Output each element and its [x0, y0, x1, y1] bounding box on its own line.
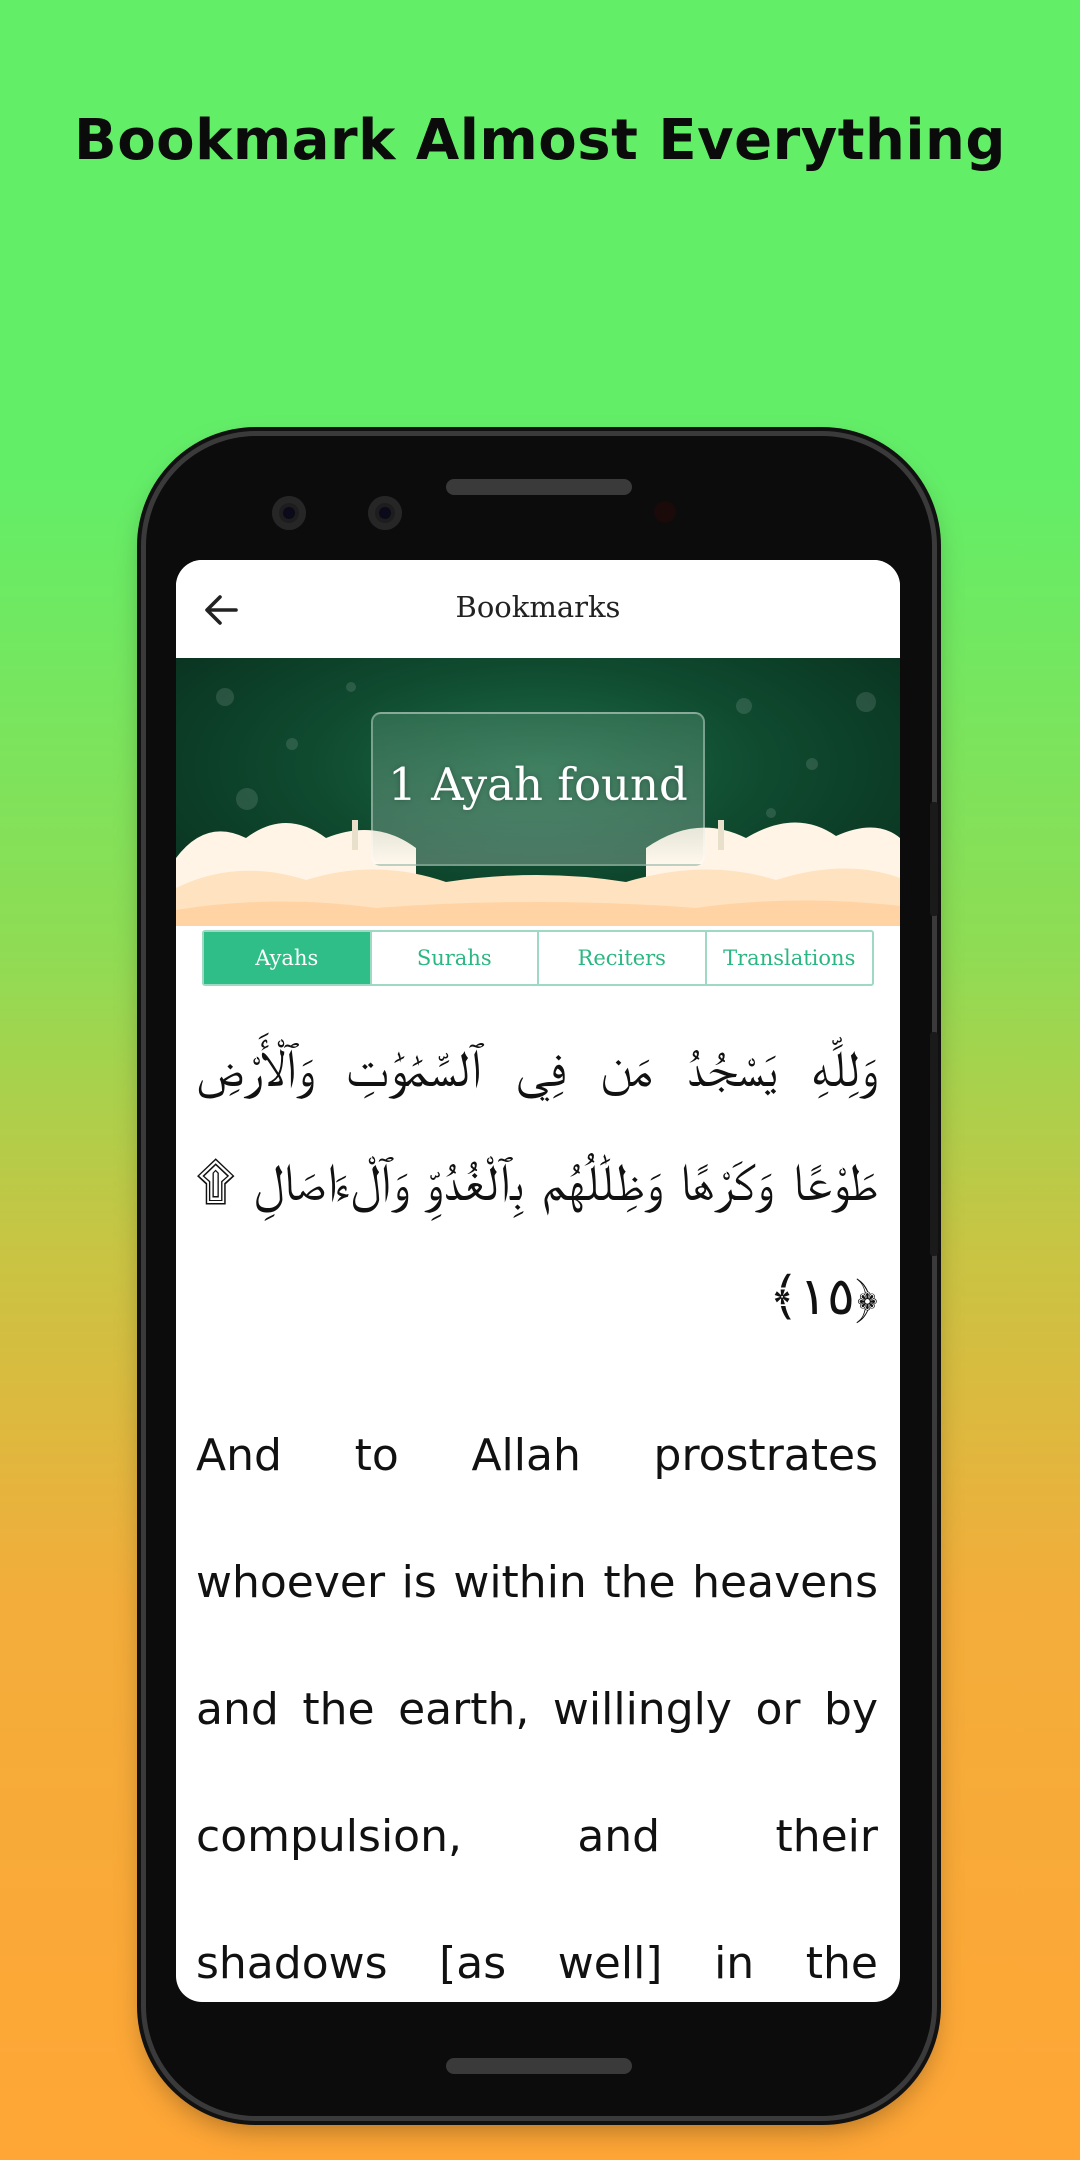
earpiece-speaker	[446, 479, 632, 495]
app-screen: Bookmarks 1 Ayah found Ayahs Surahs Reci…	[176, 560, 900, 2002]
power-button	[930, 802, 938, 916]
ayah-translation-text[interactable]: And to Allah prostrates whoever is withi…	[196, 1392, 878, 2002]
page-title: Bookmarks	[455, 590, 621, 624]
results-banner: 1 Ayah found	[176, 658, 900, 926]
found-count-text: 1 Ayah found	[388, 758, 688, 811]
ayah-arabic-text[interactable]: وَلِلَّهِ يَسْجُدُ مَن فِي ٱلسَّمَٰوَٰتِ…	[196, 1012, 878, 1354]
front-sensor	[368, 496, 402, 530]
app-bar: Bookmarks	[176, 560, 900, 658]
tab-ayahs[interactable]: Ayahs	[204, 932, 370, 984]
tab-reciters[interactable]: Reciters	[537, 932, 705, 984]
bookmark-tabs: Ayahs Surahs Reciters Translations	[202, 930, 874, 986]
bottom-speaker	[446, 2058, 632, 2074]
front-camera	[272, 496, 306, 530]
proximity-sensor	[654, 501, 676, 523]
tab-surahs[interactable]: Surahs	[369, 932, 538, 984]
found-count-card: 1 Ayah found	[371, 712, 705, 866]
volume-button	[930, 1032, 938, 1256]
promo-headline: Bookmark Almost Everything	[74, 108, 1006, 173]
tab-translations[interactable]: Translations	[704, 932, 873, 984]
